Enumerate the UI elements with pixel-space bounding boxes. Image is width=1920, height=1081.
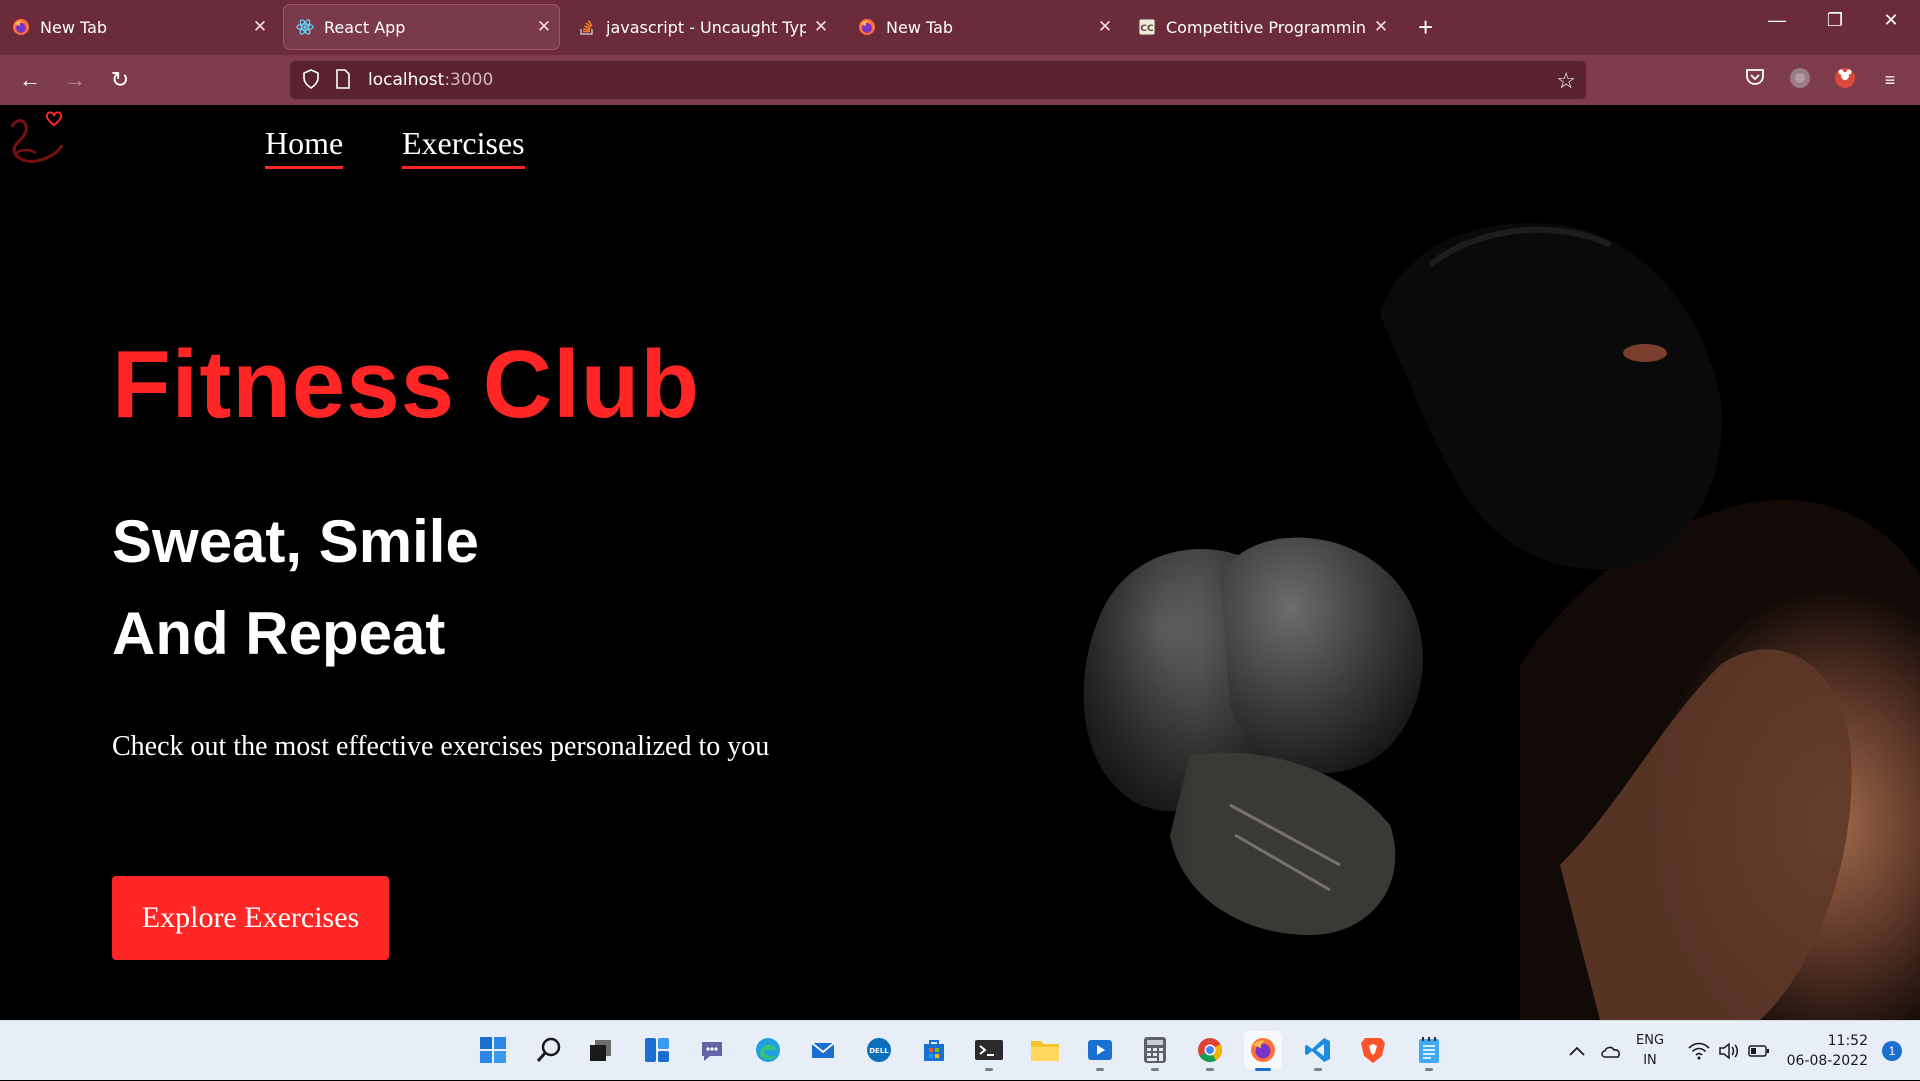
explore-exercises-button[interactable]: Explore Exercises <box>112 876 389 960</box>
profile-avatar-icon[interactable] <box>1832 67 1858 93</box>
tab-codechef[interactable]: CC Competitive Programming | Par ✕ <box>1126 5 1396 49</box>
close-icon[interactable]: ✕ <box>806 17 836 37</box>
close-icon[interactable]: ✕ <box>245 17 275 37</box>
media-player-icon[interactable] <box>1081 1031 1119 1071</box>
hero-subtitle-line-2: And Repeat <box>112 600 446 667</box>
url-host: localhost <box>368 70 445 90</box>
extension-icon[interactable] <box>1787 67 1813 93</box>
tab-new-tab-2[interactable]: New Tab ✕ <box>846 5 1120 49</box>
firefox-icon <box>12 18 30 36</box>
task-view-icon[interactable] <box>582 1031 620 1069</box>
start-menu-icon[interactable] <box>474 1031 512 1069</box>
terminal-icon[interactable] <box>970 1031 1008 1071</box>
store-icon[interactable] <box>915 1031 953 1069</box>
notification-count-badge[interactable]: 1 <box>1882 1041 1902 1061</box>
close-icon[interactable]: ✕ <box>1090 17 1120 37</box>
clock-time: 11:52 <box>1827 1033 1868 1049</box>
url-port: :3000 <box>444 70 494 90</box>
page-icon <box>332 69 354 91</box>
pocket-icon[interactable] <box>1742 67 1768 93</box>
tab-title: React App <box>324 17 406 37</box>
web-page: Home Exercises Fitness Club Sweat, Smile… <box>0 105 1920 1020</box>
running-indicator <box>1206 1068 1214 1071</box>
brave-icon[interactable] <box>1354 1031 1392 1069</box>
chrome-icon[interactable] <box>1191 1031 1229 1071</box>
hero-description: Check out the most effective exercises p… <box>112 731 770 762</box>
edge-icon[interactable] <box>749 1031 787 1069</box>
stackoverflow-icon <box>578 18 596 36</box>
region-code: IN <box>1643 1053 1657 1068</box>
svg-text:DELL: DELL <box>869 1047 889 1055</box>
window-close-button[interactable]: ✕ <box>1868 10 1914 31</box>
firefox-icon <box>858 18 876 36</box>
clock-date: 06-08-2022 <box>1786 1053 1868 1069</box>
nav-link-exercises[interactable]: Exercises <box>402 125 525 169</box>
nav-link-home[interactable]: Home <box>265 125 344 169</box>
widgets-icon[interactable] <box>638 1031 676 1069</box>
url-text: localhost:3000 <box>368 70 493 90</box>
back-arrow-icon[interactable]: ← <box>15 65 45 95</box>
tab-react-app[interactable]: React App ✕ <box>284 5 559 49</box>
teams-chat-icon[interactable] <box>693 1031 731 1069</box>
onedrive-cloud-icon[interactable] <box>1600 1021 1622 1081</box>
language-code: ENG <box>1636 1033 1665 1048</box>
tab-title: Competitive Programming | Par <box>1166 17 1366 37</box>
mail-icon[interactable] <box>804 1031 842 1069</box>
address-bar[interactable]: localhost:3000 ☆ <box>290 61 1586 99</box>
running-indicator <box>1425 1068 1433 1071</box>
volume-icon[interactable] <box>1718 1021 1740 1081</box>
running-indicator <box>1096 1068 1104 1071</box>
dell-icon[interactable]: DELL <box>860 1031 898 1069</box>
tab-stackoverflow[interactable]: javascript - Uncaught TypeError ✕ <box>566 5 836 49</box>
tab-title: javascript - Uncaught TypeError <box>606 17 806 37</box>
calculator-icon[interactable] <box>1136 1031 1174 1071</box>
hero-title: Fitness Club <box>112 331 701 438</box>
tab-title: New Tab <box>40 17 108 37</box>
codechef-icon: CC <box>1138 18 1156 36</box>
fitness-logo-icon[interactable] <box>2 107 68 177</box>
svg-text:CC: CC <box>1140 24 1154 34</box>
show-hidden-icons-chevron-icon[interactable] <box>1568 1021 1586 1081</box>
new-tab-button[interactable]: + <box>1418 12 1433 43</box>
tab-title: New Tab <box>886 17 954 37</box>
shield-icon[interactable] <box>300 69 322 91</box>
hero-subtitle-line-1: Sweat, Smile <box>112 508 479 575</box>
restore-button[interactable]: ❐ <box>1812 10 1858 31</box>
file-explorer-icon[interactable] <box>1026 1031 1064 1069</box>
tab-new-tab-1[interactable]: New Tab ✕ <box>0 5 275 49</box>
react-icon <box>296 18 314 36</box>
browser-tab-bar: New Tab ✕ React App ✕ javascript - Uncau… <box>0 0 1920 55</box>
windows-taskbar: DELL ENG IN 11:52 06-08-2022 1 <box>0 1020 1920 1080</box>
wifi-icon[interactable] <box>1688 1021 1710 1081</box>
close-icon[interactable]: ✕ <box>1366 17 1396 37</box>
running-indicator <box>1151 1068 1159 1071</box>
language-indicator[interactable]: ENG IN <box>1636 1031 1664 1071</box>
bookmark-star-icon[interactable]: ☆ <box>1556 68 1576 94</box>
system-clock[interactable]: 11:52 06-08-2022 <box>1787 1031 1868 1071</box>
active-indicator <box>1255 1068 1271 1071</box>
minimize-button[interactable]: — <box>1754 10 1800 31</box>
reload-icon[interactable]: ↻ <box>105 65 135 95</box>
menu-icon[interactable]: ≡ <box>1877 67 1903 93</box>
close-icon[interactable]: ✕ <box>529 17 559 37</box>
running-indicator <box>985 1068 993 1071</box>
search-icon[interactable] <box>530 1031 568 1069</box>
firefox-taskbar-icon[interactable] <box>1244 1031 1282 1071</box>
battery-icon[interactable] <box>1748 1021 1770 1081</box>
running-indicator <box>1314 1068 1322 1071</box>
browser-toolbar: ← → ↻ localhost:3000 ☆ ≡ <box>0 55 1920 105</box>
forward-arrow-icon[interactable]: → <box>60 65 90 95</box>
vscode-icon[interactable] <box>1299 1031 1337 1071</box>
notepad-icon[interactable] <box>1410 1031 1448 1071</box>
hero-boxer-image <box>960 105 1920 1020</box>
